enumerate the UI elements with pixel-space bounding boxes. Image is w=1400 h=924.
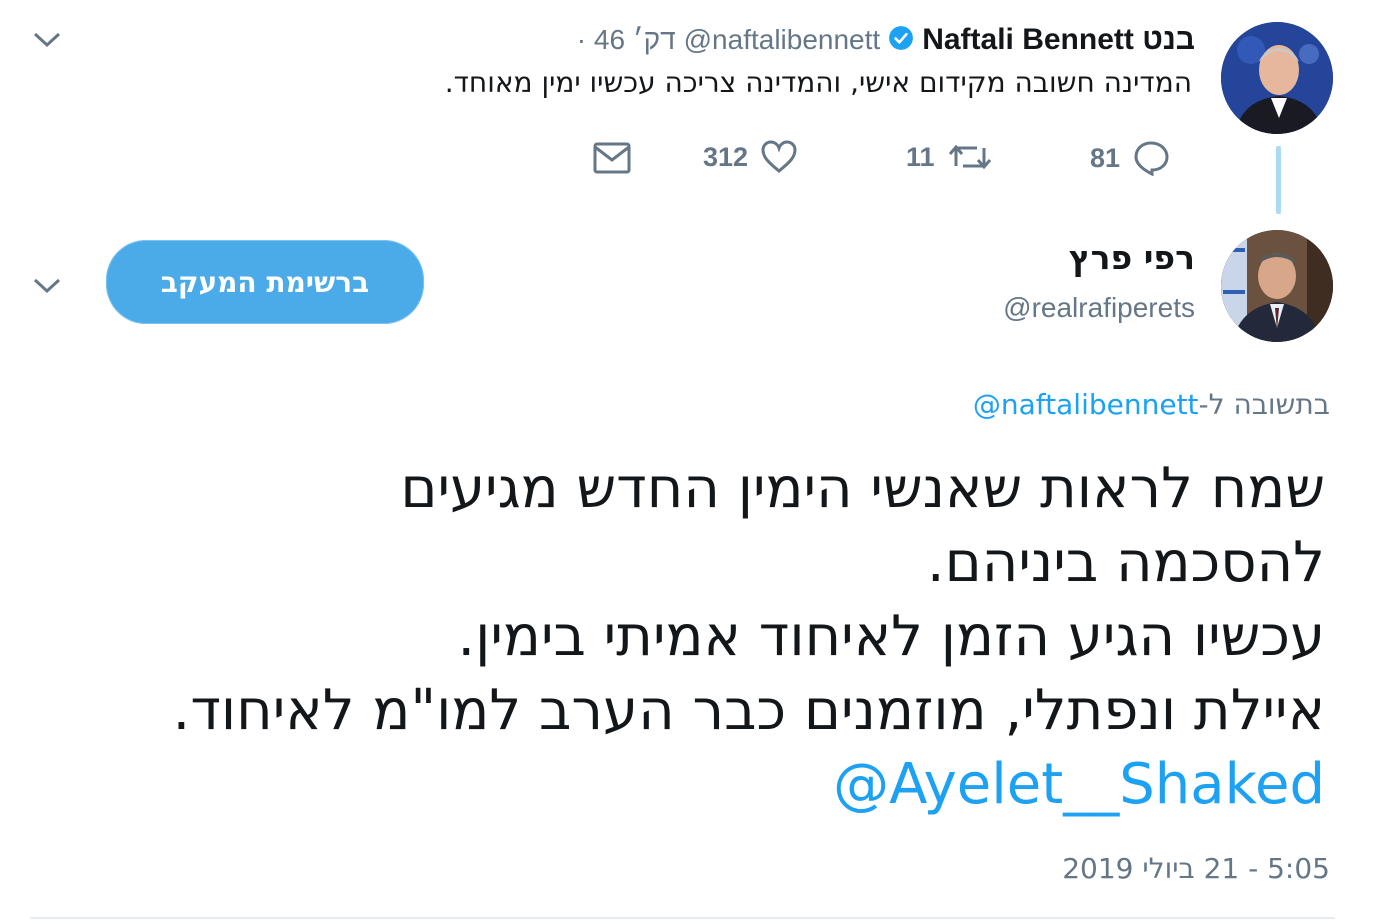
like-action[interactable]: 312 (703, 140, 798, 174)
retweet-count: 11 (906, 141, 935, 172)
mention-link[interactable]: @Ayelet__Shaked (25, 748, 1325, 822)
tweet-line-1: שמח לראות שאנשי הימין החדש מגיעים (400, 456, 1325, 521)
like-count: 312 (703, 141, 749, 172)
thread-connector-line (1276, 146, 1281, 214)
main-tweet-handle[interactable]: @realrafiperets (1003, 292, 1195, 324)
reply-icon (1134, 141, 1169, 176)
reply-prefix: בתשובה ל- (1198, 388, 1330, 421)
retweet-icon (948, 144, 991, 170)
quoted-tweet-handle[interactable]: @naftalibennett (684, 24, 881, 56)
reply-action[interactable]: 81 (1090, 140, 1170, 176)
chevron-down-icon[interactable] (32, 276, 62, 301)
direct-message-action[interactable] (593, 141, 631, 175)
bennett-avatar[interactable] (1221, 22, 1333, 134)
quoted-tweet-display-name[interactable]: Naftali Bennett בנט (922, 23, 1195, 57)
peretz-avatar[interactable] (1221, 230, 1333, 342)
quoted-tweet-text: המדינה חשובה מקידום אישי, והמדינה צריכה … (444, 66, 1192, 99)
quoted-tweet-time[interactable]: · 46 דק׳ (577, 24, 676, 56)
tweet-body: שמח לראות שאנשי הימין החדש מגיעים להסכמה… (25, 452, 1325, 822)
chevron-down-icon[interactable] (32, 30, 62, 55)
verified-badge-icon (888, 25, 914, 56)
heart-icon (761, 140, 797, 173)
reply-context: בתשובה ל-@naftalibennett (973, 388, 1330, 421)
reply-count: 81 (1090, 142, 1121, 173)
retweet-action[interactable]: 11 (906, 140, 993, 174)
following-button[interactable]: ברשימת המעקב (106, 240, 424, 324)
tweet-line-3: עכשיו הגיע הזמן לאיחוד אמיתי בימין. (457, 604, 1325, 669)
mail-icon (593, 142, 631, 174)
tweet-line-4: איילת ונפתלי, מוזמנים כבר הערב למו"מ לאי… (172, 678, 1325, 743)
tweet-timestamp[interactable]: 5:05 - 21 ביולי 2019 (1062, 852, 1330, 885)
quoted-tweet-header: · 46 דק׳ @naftalibennett Naftali Bennett… (577, 20, 1195, 60)
reply-to-link[interactable]: @naftalibennett (973, 388, 1199, 421)
divider (30, 917, 1335, 919)
tweet-line-2: להסכמה ביניהם. (926, 530, 1325, 595)
main-tweet-display-name[interactable]: רפי פרץ (1069, 238, 1195, 277)
following-button-label: ברשימת המעקב (160, 265, 370, 299)
